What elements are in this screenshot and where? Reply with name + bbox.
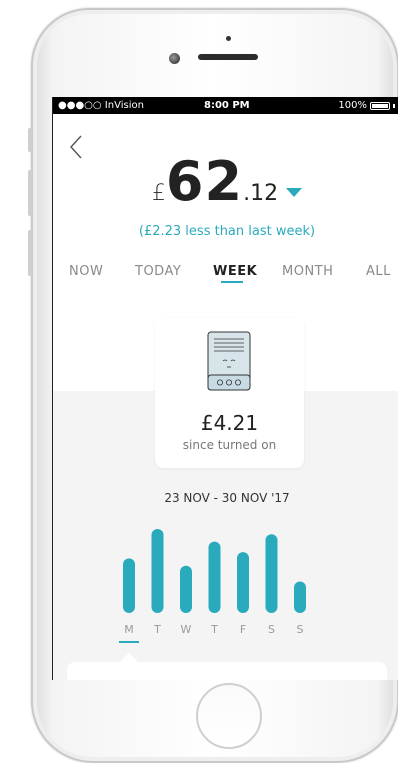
status-time: 8:00 PM	[204, 100, 250, 111]
currency-symbol: £	[151, 181, 166, 206]
comparison-text: (£2.23 less than last week)	[138, 224, 316, 239]
tab-today[interactable]: TODAY	[135, 264, 181, 279]
tab-month[interactable]: MONTH	[282, 264, 333, 279]
home-button[interactable]	[196, 683, 262, 749]
total-cost: £62.12	[53, 154, 398, 210]
mute-switch	[28, 128, 32, 152]
front-camera	[169, 53, 180, 64]
device-cost-value: £4.21	[200, 411, 259, 435]
chart-date-range: 23 NOV - 30 NOV '17	[164, 491, 290, 505]
battery-tip	[393, 103, 395, 108]
chart-bar-4[interactable]	[237, 552, 249, 613]
chart-day-label-5[interactable]: S	[268, 623, 275, 636]
carrier-label: ●●●○○ InVision	[58, 100, 144, 111]
tab-all[interactable]: ALL	[366, 264, 391, 279]
chart-day-label-1[interactable]: T	[153, 623, 161, 636]
chart-bar-1[interactable]	[151, 529, 164, 613]
chart-day-label-2[interactable]: W	[181, 623, 192, 636]
volume-up-button	[28, 170, 32, 216]
period-tabs: NOW TODAY WEEK MONTH ALL	[53, 264, 398, 288]
chart-day-label-0[interactable]: M	[124, 623, 134, 636]
tab-week[interactable]: WEEK	[213, 264, 257, 279]
trend-down-icon	[286, 188, 303, 197]
battery-icon	[370, 101, 390, 110]
chart-bar-0[interactable]	[123, 558, 135, 613]
status-bar: ●●●○○ InVision 8:00 PM 100%	[53, 97, 398, 114]
chart-day-label-6[interactable]: S	[297, 623, 304, 636]
app-screen: ●●●○○ InVision 8:00 PM 100% £62.12 (£2.2…	[52, 97, 398, 680]
chart-day-label-3[interactable]: T	[210, 623, 218, 636]
day-detail-card[interactable]	[67, 662, 387, 680]
volume-down-button	[28, 230, 32, 276]
device-cost-label: since turned on	[182, 438, 277, 452]
tab-now[interactable]: NOW	[69, 264, 103, 279]
weekly-bar-chart: MTWTFSS	[119, 529, 306, 643]
active-tab-indicator	[221, 281, 243, 283]
heater-device-icon	[207, 331, 251, 391]
status-right: 100%	[338, 97, 395, 114]
device-card[interactable]: £4.21 since turned on	[155, 318, 304, 468]
chart-bar-6[interactable]	[294, 581, 306, 614]
chart-bar-3[interactable]	[208, 541, 221, 613]
amount-decimal: .12	[243, 181, 279, 206]
chart-bar-5[interactable]	[265, 534, 278, 613]
battery-percent: 100%	[338, 100, 367, 111]
proximity-sensor	[226, 36, 231, 41]
earpiece-speaker	[198, 54, 258, 60]
selected-day-indicator	[119, 641, 139, 643]
amount-whole: 62	[165, 150, 244, 213]
chart-day-label-4[interactable]: F	[240, 623, 246, 636]
chart-bar-2[interactable]	[180, 565, 192, 613]
